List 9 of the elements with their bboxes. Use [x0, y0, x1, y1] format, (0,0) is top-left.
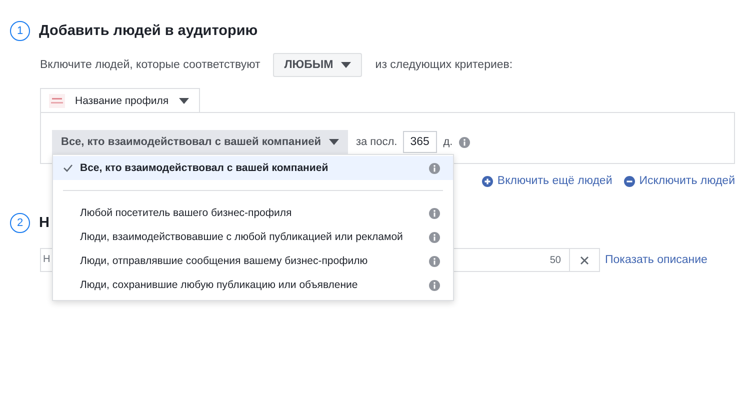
period-label: за посл. [356, 136, 398, 148]
match-text: Включите людей, которые соответствуют [40, 59, 260, 71]
step-number: 1 [10, 21, 30, 41]
section-title: Н [39, 215, 50, 231]
section-title: Добавить людей в аудиторию [39, 23, 258, 39]
match-text: из следующих критериев: [375, 59, 513, 71]
char-counter: 50 [550, 254, 561, 266]
unit-label: д. [443, 136, 453, 148]
step-number: 2 [10, 213, 30, 233]
